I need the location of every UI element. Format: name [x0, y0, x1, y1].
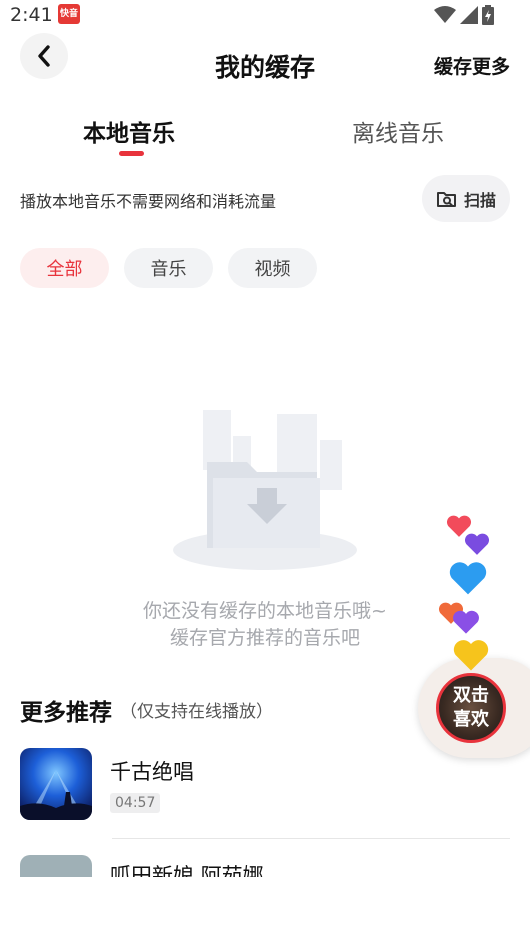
scan-label: 扫描 — [463, 190, 496, 210]
empty-folder-illustration — [173, 410, 357, 570]
scan-folder-icon — [436, 191, 456, 207]
status-icons — [434, 5, 494, 25]
tab-indicator — [119, 151, 144, 156]
song-cover[interactable] — [20, 748, 92, 820]
tab-local-music[interactable]: 本地音乐 — [83, 114, 175, 148]
status-time: 2:41 — [10, 4, 53, 26]
heart-icon — [453, 640, 489, 671]
empty-line-2: 缓存官方推荐的音乐吧 — [169, 627, 360, 649]
like-line-1: 双击 — [453, 685, 489, 706]
song-duration: 04:57 — [110, 793, 161, 813]
scan-button[interactable]: 扫描 — [422, 175, 510, 222]
filter-chip-music[interactable]: 音乐 — [124, 248, 213, 288]
filter-chip-all[interactable]: 全部 — [20, 248, 109, 288]
like-line-2: 喜欢 — [453, 709, 489, 730]
song-title[interactable]: 千古绝唱 — [110, 756, 194, 786]
recommend-subtitle: （仅支持在线播放） — [120, 702, 273, 722]
list-divider — [112, 838, 510, 839]
signal-icon — [460, 6, 478, 24]
heart-icon — [449, 562, 487, 595]
heart-icon — [464, 533, 490, 555]
battery-icon — [482, 5, 494, 25]
filter-chip-video[interactable]: 视频 — [228, 248, 317, 288]
tab-offline-music[interactable]: 离线音乐 — [352, 114, 444, 148]
bottom-area — [0, 877, 530, 947]
app-badge-icon: 快音 — [58, 4, 80, 24]
info-text: 播放本地音乐不需要网络和消耗流量 — [20, 192, 277, 211]
wifi-icon — [434, 6, 456, 23]
cache-more-button[interactable]: 缓存更多 — [434, 52, 510, 79]
recommend-title: 更多推荐 — [20, 700, 112, 726]
heart-icon — [453, 610, 479, 634]
double-tap-like-button[interactable]: 双击 喜欢 — [436, 673, 506, 743]
